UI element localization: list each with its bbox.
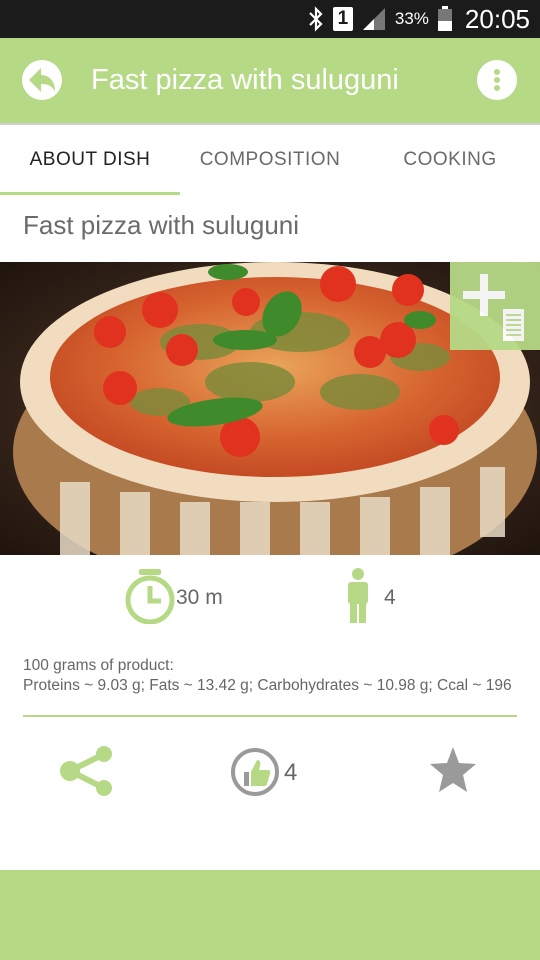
battery-icon — [437, 6, 452, 31]
add-to-list-button[interactable] — [450, 262, 540, 350]
nutrition-details: Proteins ~ 9.03 g; Fats ~ 13.42 g; Carbo… — [23, 677, 512, 694]
bottom-ad-bar — [0, 870, 540, 960]
dish-title: Fast pizza with suluguni — [23, 210, 300, 240]
favorite-star-icon[interactable] — [428, 745, 478, 795]
stopwatch-icon — [125, 569, 175, 624]
tab-bar: ABOUT DISH COMPOSITION COOKING — [0, 123, 540, 195]
tab-cooking[interactable]: COOKING — [360, 125, 540, 195]
share-icon[interactable] — [58, 746, 116, 796]
divider — [23, 715, 517, 717]
app-title: Fast pizza with suluguni — [91, 64, 399, 96]
nutrition-heading: 100 grams of product: — [23, 657, 174, 674]
clock: 20:05 — [464, 3, 530, 34]
bluetooth-icon — [309, 6, 323, 32]
battery-percent: 33% — [394, 9, 429, 28]
more-vert-icon[interactable] — [477, 60, 517, 100]
cook-time-value: 30 m — [176, 586, 223, 609]
back-arrow-icon[interactable] — [21, 59, 63, 101]
tab-composition[interactable]: COMPOSITION — [180, 125, 360, 195]
nutrition-info: 100 grams of product: Proteins ~ 9.03 g;… — [23, 656, 533, 696]
person-icon — [348, 568, 368, 623]
like-count: 4 — [284, 759, 298, 786]
add-to-list-icon — [463, 274, 524, 341]
servings-value: 4 — [384, 586, 396, 609]
tab-about-dish[interactable]: ABOUT DISH — [0, 125, 180, 195]
sim-card-icon: 1 — [332, 7, 353, 31]
tab-indicator — [0, 192, 180, 195]
status-bar: 1 33% 20:05 — [0, 0, 540, 38]
thumbs-up-icon[interactable] — [231, 748, 279, 796]
app-bar: Fast pizza with suluguni — [0, 38, 540, 123]
signal-icon — [362, 8, 385, 30]
